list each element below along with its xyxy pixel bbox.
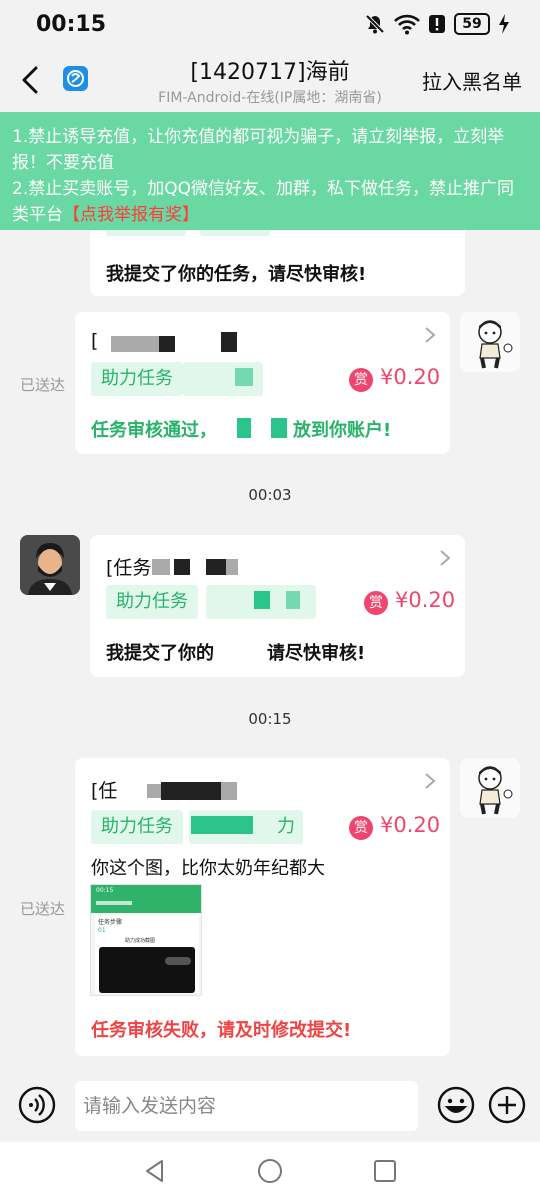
emoji-icon[interactable]	[437, 1086, 475, 1124]
censored-text	[191, 816, 253, 834]
charging-icon	[499, 14, 509, 34]
reward-amount: ¥0.20	[395, 588, 456, 612]
censored-text	[226, 559, 238, 575]
thumb-title: 任务步骤	[98, 919, 123, 926]
censored-text	[237, 418, 251, 438]
report-link[interactable]: 【点我举报有奖】	[63, 205, 199, 225]
back-arrow-icon[interactable]	[14, 60, 46, 100]
chevron-right-icon	[440, 550, 451, 566]
chat-title: [1420717]海前	[190, 60, 350, 85]
status-time: 00:15	[36, 12, 107, 37]
reward-badge: 赏	[364, 591, 388, 615]
nav-back-icon[interactable]	[142, 1158, 168, 1184]
message-card[interactable]: [ 助力任务 赏 ¥0.20 任务审核通过， 放到你账户!	[75, 312, 450, 454]
censored-text	[254, 591, 270, 609]
chat-header: [1420717]海前 FIM-Android-在线(IP属地：湖南省) 拉入黑…	[0, 50, 540, 112]
task-name-suffix: 力	[277, 816, 295, 837]
reward-amount: ¥0.20	[380, 365, 441, 389]
notice-line-2: 2.禁止买卖账号，加QQ微信好友、加群，私下做任务，禁止推广同类平台【点我举报有…	[12, 176, 528, 228]
message-comment: 你这个图，比你太奶年纪都大	[91, 858, 325, 879]
censored-text	[152, 559, 170, 575]
message-card[interactable]: 我提交了你的任务，请尽快审核!	[90, 230, 465, 296]
thumb-toggle	[165, 957, 191, 965]
nav-home-icon[interactable]	[257, 1158, 283, 1184]
censored-text	[206, 559, 226, 575]
reward-amount: ¥0.20	[380, 813, 441, 837]
message-text-suffix: 放到你账户!	[293, 420, 392, 441]
message-card[interactable]: [任务 助力任务 赏 ¥0.20 我提交了你的 请尽快审核!	[90, 535, 465, 677]
message-text-suffix: 请尽快审核!	[267, 643, 366, 664]
task-tag-blurred	[106, 230, 186, 236]
reward-badge: 赏	[349, 368, 373, 392]
input-bar: 请输入发送内容	[0, 1070, 540, 1142]
censored-text	[221, 782, 237, 800]
alert-icon	[429, 15, 445, 33]
message-text: 我提交了你的任务，请尽快审核!	[106, 264, 367, 285]
my-avatar[interactable]	[460, 312, 520, 372]
thumb-step: 01	[98, 927, 106, 934]
censored-text	[286, 591, 300, 609]
time-separator: 00:15	[248, 710, 292, 728]
censored-text	[271, 418, 287, 438]
censored-text	[235, 368, 253, 386]
message-text: 我提交了你的	[106, 643, 214, 664]
wifi-icon	[394, 14, 420, 35]
censored-text	[147, 784, 161, 798]
censored-text	[111, 336, 159, 352]
reward-badge: 赏	[349, 816, 373, 840]
sent-status: 已送达	[20, 900, 66, 918]
thumb-dark-panel	[99, 947, 195, 993]
battery-icon: 59	[454, 13, 490, 35]
task-type-tag: 助力任务	[91, 362, 183, 396]
censored-text	[174, 559, 190, 575]
system-nav-bar	[0, 1142, 540, 1200]
notice-banner: 1.禁止诱导充值，让你充值的都可视为骗子，请立刻举报，立刻举报！不要充值 2.禁…	[0, 112, 540, 230]
status-bar: 00:15 59	[0, 0, 540, 50]
screenshot-thumbnail[interactable]: 00:15 任务步骤 01 助力成功截图	[90, 884, 202, 996]
chevron-right-icon	[425, 327, 436, 343]
bell-muted-icon	[365, 14, 385, 34]
contact-avatar[interactable]	[20, 535, 80, 595]
nav-recents-icon[interactable]	[372, 1158, 398, 1184]
plus-icon[interactable]	[488, 1086, 526, 1124]
voice-icon[interactable]	[18, 1086, 56, 1124]
task-name-blurred	[200, 230, 270, 236]
message-card[interactable]: [任 助力任务 力 赏 ¥0.20 你这个图，比你太奶年纪都大 00:15 任务…	[75, 758, 450, 1056]
censored-text	[161, 782, 221, 800]
thumb-caption: 助力成功截图	[125, 938, 156, 944]
message-text: 任务审核通过，	[91, 420, 217, 441]
battery-level: 59	[462, 16, 482, 32]
chat-area[interactable]: 我提交了你的任务，请尽快审核! [ 助力任务 赏 ¥0.20 任务审核通过， 放…	[0, 230, 540, 1080]
task-title: [任务	[106, 557, 152, 579]
time-separator: 00:03	[248, 486, 292, 504]
message-input[interactable]: 请输入发送内容	[75, 1081, 418, 1131]
status-icons: 59	[364, 13, 510, 35]
task-title: [任	[91, 780, 118, 802]
censored-text	[159, 336, 175, 352]
app-logo-icon	[63, 66, 88, 91]
task-type-tag: 助力任务	[91, 810, 183, 844]
task-type-tag: 助力任务	[106, 585, 198, 619]
blacklist-button[interactable]: 拉入黑名单	[422, 66, 522, 95]
censored-text	[221, 332, 237, 352]
message-fail-text: 任务审核失败，请及时修改提交!	[91, 1020, 352, 1041]
thumb-header: 00:15	[91, 885, 201, 913]
thumb-body: 任务步骤 01 助力成功截图	[95, 915, 199, 993]
notice-line-1: 1.禁止诱导充值，让你充值的都可视为骗子，请立刻举报，立刻举报！不要充值	[12, 127, 505, 173]
thumb-bar	[96, 901, 132, 905]
chat-subtitle: FIM-Android-在线(IP属地：湖南省)	[158, 90, 382, 106]
sent-status: 已送达	[20, 376, 66, 394]
task-title: [	[91, 330, 99, 352]
chevron-right-icon	[425, 773, 436, 789]
thumb-time: 00:15	[96, 887, 114, 894]
my-avatar[interactable]	[460, 758, 520, 818]
